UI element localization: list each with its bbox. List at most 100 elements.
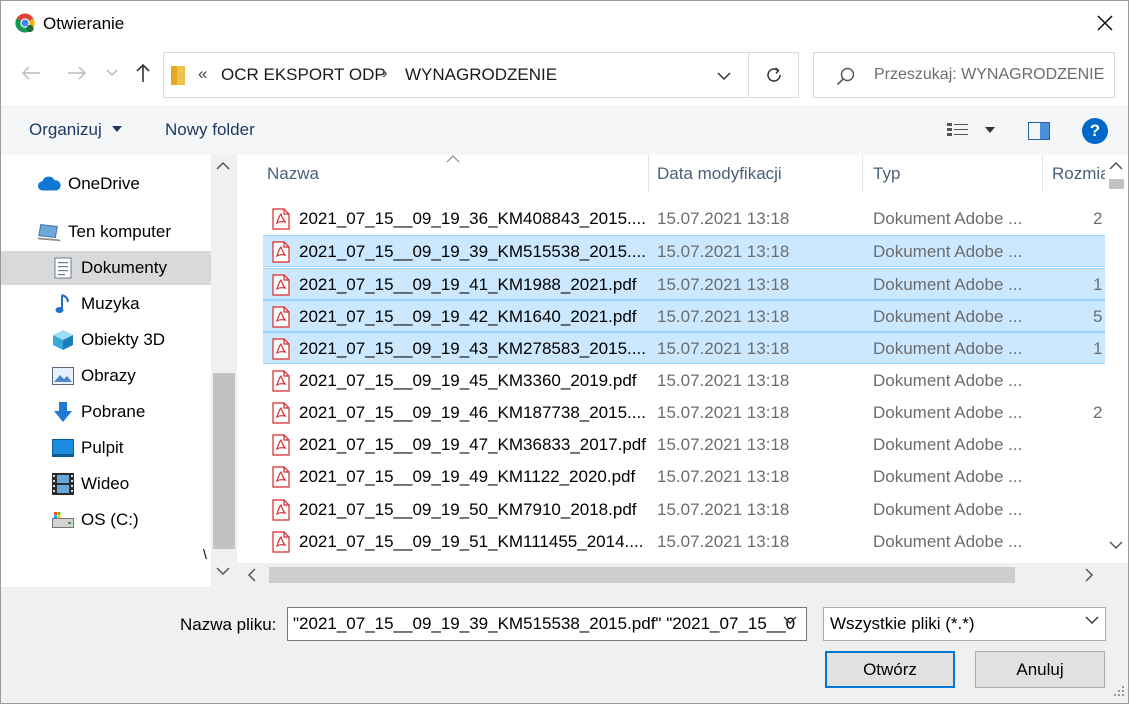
column-header-size[interactable]: Rozmia <box>1052 155 1110 193</box>
file-row[interactable]: 2021_07_15__09_19_36_KM408843_2015.... 15… <box>263 203 1105 235</box>
nav-item-onedrive[interactable]: OneDrive <box>1 167 211 201</box>
up-button[interactable] <box>129 59 157 87</box>
search-box[interactable]: Przeszukaj: WYNAGRODZENIE <box>813 52 1115 98</box>
file-type: Dokument Adobe ... <box>873 435 1023 455</box>
file-row[interactable]: 2021_07_15__09_19_46_KM187738_2015.... 15… <box>263 397 1105 429</box>
pdf-file-icon <box>271 273 291 301</box>
address-dropdown-button[interactable] <box>710 65 738 87</box>
documents-icon <box>51 257 75 279</box>
file-row[interactable]: 2021_07_15__09_19_43_KM278583_2015.... 15… <box>263 332 1105 365</box>
nav-item-pobrane[interactable]: Pobrane <box>1 395 211 429</box>
column-divider[interactable] <box>862 155 863 193</box>
nav-truncated-text: \ <box>203 546 207 562</box>
column-header-date[interactable]: Data modyfikacji <box>657 155 782 193</box>
resize-grip-icon[interactable] <box>1113 685 1125 697</box>
file-date: 15.07.2021 13:18 <box>657 435 790 455</box>
command-toolbar: Organizuj Nowy folder ? <box>1 105 1128 155</box>
file-name: 2021_07_15__09_19_43_KM278583_2015.... <box>299 339 646 359</box>
back-button[interactable] <box>17 59 45 87</box>
pdf-file-icon <box>271 306 291 333</box>
file-list-horizontal-scrollbar[interactable] <box>237 563 1105 587</box>
nav-item-ten-komputer[interactable]: Ten komputer <box>1 215 211 249</box>
arrow-up-icon <box>136 63 150 82</box>
file-row[interactable]: 2021_07_15__09_19_47_KM36833_2017.pdf 15.… <box>263 429 1105 461</box>
close-button[interactable] <box>1083 1 1127 45</box>
filetype-select[interactable]: Wszystkie pliki (*.*) <box>823 607 1106 641</box>
view-details-icon[interactable] <box>947 122 969 138</box>
column-divider[interactable] <box>1042 155 1043 193</box>
folder-icon <box>170 64 188 91</box>
caret-down-icon[interactable] <box>985 127 995 133</box>
file-size: 1 <box>1093 339 1103 359</box>
recent-locations-button[interactable] <box>100 59 124 87</box>
file-row[interactable]: 2021_07_15__09_19_41_KM1988_2021.pdf 15.0… <box>263 267 1105 301</box>
organize-button[interactable]: Organizuj <box>29 120 102 140</box>
search-input[interactable]: Przeszukaj: WYNAGRODZENIE <box>874 66 1104 84</box>
nav-item-obrazy[interactable]: Obrazy <box>1 359 211 393</box>
dialog-footer: Nazwa pliku: "2021_07_15__09_19_39_KM515… <box>1 587 1128 703</box>
file-date: 15.07.2021 13:18 <box>657 242 790 262</box>
chevron-right-icon[interactable] <box>1085 568 1094 582</box>
cancel-button[interactable]: Anuluj <box>975 651 1105 688</box>
file-type: Dokument Adobe ... <box>873 209 1023 228</box>
nav-scrollbar[interactable] <box>211 155 237 587</box>
chevron-down-icon[interactable] <box>1109 541 1123 550</box>
preview-pane-icon[interactable] <box>1028 122 1050 140</box>
chevron-up-icon[interactable] <box>1109 161 1123 170</box>
file-name: 2021_07_15__09_19_39_KM515538_2015.... <box>299 242 646 262</box>
pdf-file-icon <box>271 531 291 558</box>
pdf-file-icon <box>271 338 291 365</box>
pdf-file-icon <box>271 241 291 268</box>
file-type: Dokument Adobe ... <box>873 339 1023 359</box>
chevron-down-icon[interactable] <box>216 567 230 576</box>
file-list-vertical-scrollbar[interactable] <box>1105 155 1128 563</box>
chevron-down-icon[interactable] <box>1085 616 1099 625</box>
file-row[interactable]: 2021_07_15__09_19_42_KM1640_2021.pdf 15.0… <box>263 299 1105 333</box>
file-name: 2021_07_15__09_19_45_KM3360_2019.pdf <box>299 370 637 390</box>
pdf-file-icon <box>271 434 291 461</box>
chevron-left-icon[interactable] <box>247 568 256 582</box>
pdf-file-icon <box>271 402 291 429</box>
file-row[interactable]: 2021_07_15__09_19_45_KM3360_2019.pdf 15.0… <box>263 365 1105 397</box>
download-icon <box>51 401 75 423</box>
nav-item-dokumenty[interactable]: Dokumenty <box>1 251 211 285</box>
address-overflow[interactable]: « <box>198 64 207 84</box>
open-button[interactable]: Otwórz <box>825 651 955 688</box>
new-folder-button[interactable]: Nowy folder <box>165 120 255 140</box>
horizontal-scrollbar-thumb[interactable] <box>269 567 1015 583</box>
chevron-up-icon[interactable] <box>216 161 230 170</box>
vertical-scrollbar-thumb[interactable] <box>1109 179 1124 189</box>
column-header-name[interactable]: Nazwa <box>267 155 319 193</box>
nav-item-pulpit[interactable]: Pulpit <box>1 431 211 465</box>
column-divider[interactable] <box>648 155 649 193</box>
refresh-icon <box>767 67 781 82</box>
file-size: 2 <box>1093 402 1103 422</box>
file-row[interactable]: 2021_07_15__09_19_39_KM515538_2015.... 15… <box>263 235 1105 268</box>
file-row[interactable]: 2021_07_15__09_19_51_KM111455_2014.... 15… <box>263 526 1105 558</box>
address-bar[interactable]: « OCR EKSPORT ODP › WYNAGRODZENIE <box>163 52 799 98</box>
nav-item-os-c[interactable]: OS (C:) <box>1 503 211 537</box>
forward-button[interactable] <box>63 59 91 87</box>
arrow-right-icon <box>68 66 87 80</box>
search-icon <box>836 66 856 91</box>
address-segment-wynagrodzenie[interactable]: WYNAGRODZENIE <box>405 65 557 85</box>
file-size: 1 <box>1093 274 1103 294</box>
help-button[interactable]: ? <box>1082 118 1108 144</box>
cube-icon <box>51 329 75 351</box>
nav-scrollbar-thumb[interactable] <box>213 373 235 549</box>
nav-item-muzyka[interactable]: Muzyka <box>1 287 211 321</box>
file-row[interactable]: 2021_07_15__09_19_49_KM1122_2020.pdf 15.0… <box>263 461 1105 493</box>
address-segment-ocr-eksport-odp[interactable]: OCR EKSPORT ODP <box>221 65 386 85</box>
filename-input[interactable]: "2021_07_15__09_19_39_KM515538_2015.pdf"… <box>287 607 807 641</box>
nav-item-obiekty-3d[interactable]: Obiekty 3D <box>1 323 211 357</box>
file-type: Dokument Adobe ... <box>873 242 1023 262</box>
refresh-button[interactable] <box>748 53 799 97</box>
file-row[interactable]: 2021_07_15__09_19_50_KM7910_2018.pdf 15.0… <box>263 494 1105 526</box>
column-header-type[interactable]: Typ <box>873 155 900 193</box>
file-date: 15.07.2021 13:18 <box>657 370 790 390</box>
address-separator[interactable]: › <box>382 63 388 83</box>
pdf-file-icon <box>271 208 291 235</box>
chevron-down-icon[interactable] <box>783 616 797 625</box>
nav-item-wideo[interactable]: Wideo <box>1 467 211 501</box>
file-name: 2021_07_15__09_19_50_KM7910_2018.pdf <box>299 499 637 519</box>
